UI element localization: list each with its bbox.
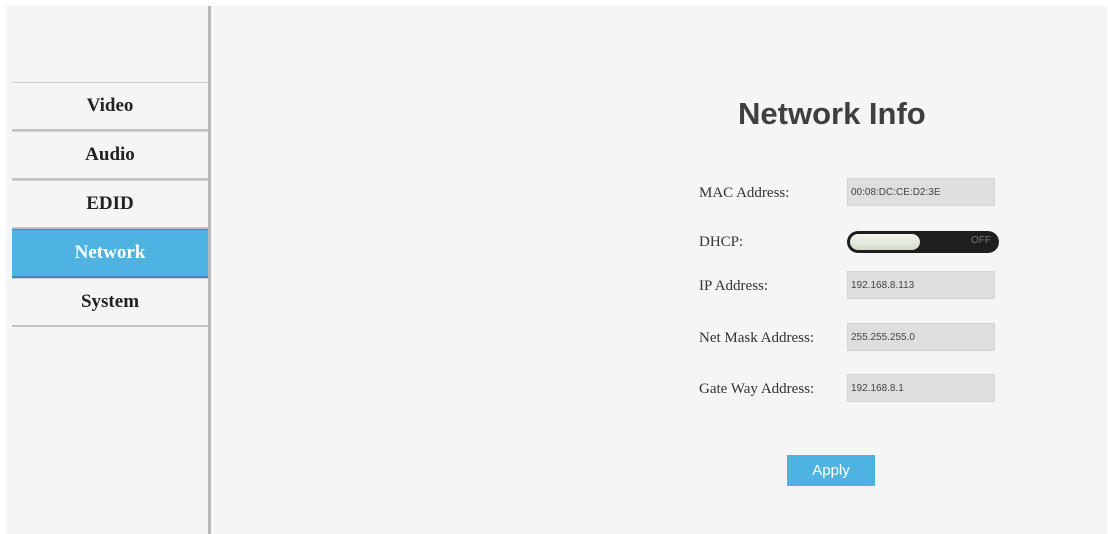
app-frame: Video Audio EDID Network System Network … <box>6 6 1107 534</box>
sidebar-nav: Video Audio EDID Network System <box>12 82 208 327</box>
apply-button[interactable]: Apply <box>787 455 875 486</box>
sidebar-item-edid[interactable]: EDID <box>12 180 208 229</box>
netmask-label: Net Mask Address: <box>699 330 814 346</box>
sidebar-item-system[interactable]: System <box>12 278 208 327</box>
dhcp-label: DHCP: <box>699 234 744 250</box>
dhcp-toggle[interactable]: OFF <box>847 231 999 253</box>
ip-label: IP Address: <box>699 278 769 294</box>
toggle-knob <box>850 234 920 250</box>
netmask-field[interactable] <box>847 323 995 351</box>
gateway-row: Gate Way Address: <box>699 374 1019 404</box>
netmask-row: Net Mask Address: <box>699 323 1019 353</box>
dhcp-row: DHCP: OFF <box>699 227 1019 257</box>
mac-label: MAC Address: <box>699 185 790 201</box>
main-panel: Network Info MAC Address: DHCP: OFF IP A… <box>211 6 1107 534</box>
gateway-field[interactable] <box>847 374 995 402</box>
ip-row: IP Address: <box>699 271 1019 301</box>
sidebar-item-video[interactable]: Video <box>12 82 208 131</box>
sidebar-item-network[interactable]: Network <box>12 229 208 278</box>
mac-row: MAC Address: <box>699 178 1019 208</box>
page-title: Network Info <box>738 96 926 131</box>
gateway-label: Gate Way Address: <box>699 381 815 397</box>
mac-field[interactable] <box>847 178 995 206</box>
sidebar: Video Audio EDID Network System <box>6 6 208 534</box>
toggle-state: OFF <box>971 235 991 246</box>
ip-field[interactable] <box>847 271 995 299</box>
sidebar-item-audio[interactable]: Audio <box>12 131 208 180</box>
